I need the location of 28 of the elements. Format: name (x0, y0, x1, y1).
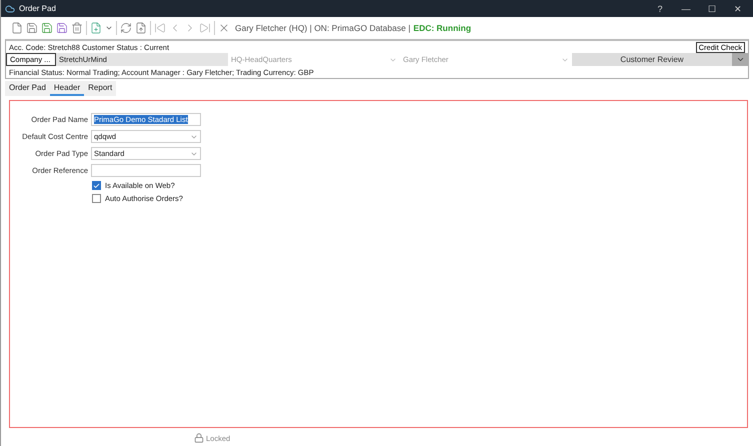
checkbox[interactable] (92, 181, 101, 190)
app-icon (5, 4, 15, 14)
tab[interactable]: Header (50, 81, 84, 96)
lock-icon (194, 433, 204, 443)
window-control[interactable]: — (675, 4, 697, 14)
tab[interactable]: Order Pad (5, 81, 50, 96)
last-icon[interactable] (199, 22, 211, 34)
tab[interactable]: Report (84, 81, 116, 96)
edc-status: EDC: Running (413, 23, 472, 33)
save-icon[interactable] (41, 22, 53, 34)
window-title: Order Pad (19, 4, 57, 13)
checkbox[interactable] (92, 194, 101, 203)
window-control[interactable]: ✕ (727, 4, 749, 14)
first-icon[interactable] (154, 22, 166, 34)
window-control[interactable]: ? (649, 4, 671, 14)
chevron-down-icon (736, 55, 744, 64)
new-document-icon[interactable] (11, 22, 23, 34)
refresh-icon[interactable] (120, 22, 132, 34)
dropdown-icon[interactable] (105, 24, 113, 32)
window-control[interactable]: ☐ (701, 4, 723, 14)
close-icon[interactable] (218, 22, 230, 34)
save-icon[interactable] (26, 22, 38, 34)
user-info: Gary Fletcher (HQ) | ON: PrimaGO Database | (235, 23, 410, 33)
save-icon[interactable] (56, 22, 68, 34)
input-field[interactable] (91, 164, 201, 177)
export-icon[interactable] (135, 22, 147, 34)
customer-review-dropdown[interactable]: Customer Review (572, 53, 748, 66)
trash-icon[interactable] (71, 22, 83, 34)
